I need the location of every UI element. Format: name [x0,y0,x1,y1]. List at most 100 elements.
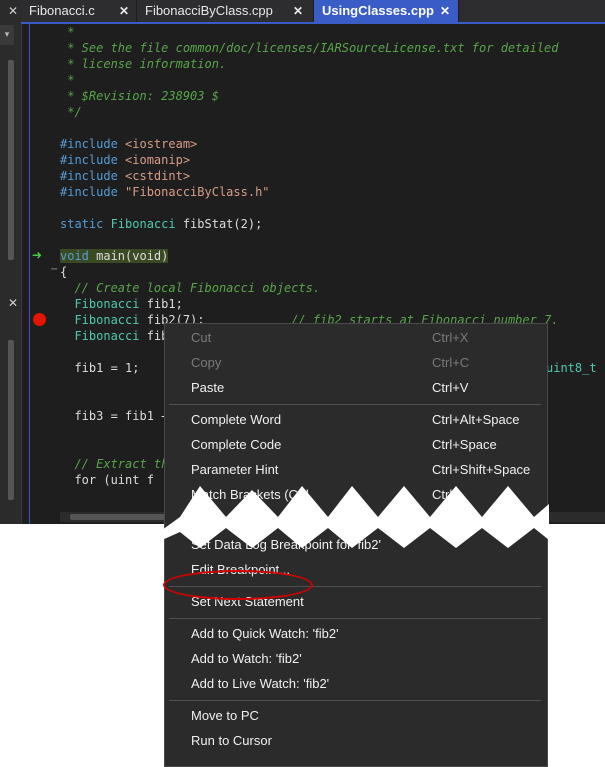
menu-item-set-data-breakpoint-for-fib[interactable]: Set Data Breakpoint for 'fib [165,508,547,532]
preprocessor-directive: #include [60,137,118,151]
code-line[interactable]: // Create local Fibonacci objects. [60,280,320,296]
current-statement-arrow-icon: ➜ [32,248,43,262]
panel-scrollbar-2[interactable] [8,340,14,500]
tab-fibonaccibyclass-cpp[interactable]: FibonacciByClass.cpp ✕ [137,0,314,22]
menu-item-add-to-quick-watch-fib2[interactable]: Add to Quick Watch: 'fib2' [165,622,547,646]
comment: // Create local Fibonacci objects. [60,281,321,295]
code-line[interactable]: Fibonacci fib1; [60,296,183,312]
menu-item-label: Set Data Breakpoint for 'fib [191,512,346,527]
preprocessor-directive: #include [60,169,118,183]
preprocessor-directive: #include [60,153,118,167]
menu-item-shortcut: Ctrl [432,487,453,502]
menu-separator [169,700,541,701]
preprocessor-directive: #include [60,185,118,199]
type-name: Fibonacci [60,313,140,327]
menu-item-cut: Cut Ctrl+X [165,326,547,350]
menu-item-set-data-log-breakpoint-for-fib2[interactable]: Set Data Log Breakpoint for 'fib2' [165,533,547,557]
chevron-down-icon[interactable]: ▾ [0,25,14,45]
editor-tab-bar: Fibonacci.c ✕ FibonacciByClass.cpp ✕ Usi… [21,0,605,24]
code-line[interactable]: // Extract th [60,456,168,472]
code-text: for (uint f [60,473,154,487]
keyword: void [60,249,89,263]
code-text-right: uint8_t [546,361,597,375]
include-target: <cstdint> [117,169,191,183]
code-line[interactable]: * [60,24,74,40]
code-text: fibStat(2); [175,217,263,231]
menu-separator [169,404,541,405]
code-line[interactable]: #include "FibonacciByClass.h" [60,184,270,200]
code-line[interactable]: * license information. [60,56,226,72]
menu-item-add-to-live-watch-fib2[interactable]: Add to Live Watch: 'fib2' [165,672,547,696]
menu-item-move-to-pc[interactable]: Move to PC [165,704,547,728]
close-icon[interactable]: ✕ [119,0,129,22]
menu-item-paste[interactable]: Paste Ctrl+V [165,376,547,400]
tab-usingclasses-cpp[interactable]: UsingClasses.cpp ✕ [314,0,459,22]
keyword: static [60,217,104,231]
tab-label: Fibonacci.c [29,3,95,18]
menu-item-shortcut: Ctrl+X [432,330,469,345]
panel-close-icon-2[interactable]: ✕ [8,296,18,310]
comment: * [60,73,75,87]
menu-item-complete-word[interactable]: Complete Word Ctrl+Alt+Space [165,408,547,432]
code-line[interactable]: void main(void) [60,248,169,264]
menu-item-complete-code[interactable]: Complete Code Ctrl+Space [165,433,547,457]
left-side-panel: ✕ ▾ ✕ [0,0,22,524]
menu-item-label: Copy [191,355,222,370]
menu-item-shortcut: Ctrl+Space [432,437,497,452]
menu-item-run-to-cursor[interactable]: Run to Cursor [165,729,547,753]
code-line[interactable]: * [60,72,74,88]
code-text: fib3 = fib1 + [60,409,169,423]
type-name: Fibonacci [60,329,140,343]
code-text: { [60,265,68,279]
code-line[interactable]: fib1 = 1; uint8_t [60,360,596,376]
code-line[interactable]: */ [60,104,82,120]
menu-item-match-brackets-ctrl[interactable]: Match Brackets (Ctrl Ctrl [165,483,547,507]
breakpoint-icon[interactable] [33,313,46,326]
comment: // Extract th [60,457,169,471]
menu-separator [169,618,541,619]
context-menu: Cut Ctrl+X Copy Ctrl+C Paste Ctrl+V Complete W… [164,323,548,767]
fold-marker-icon[interactable]: − [50,264,58,275]
menu-item-shortcut: Ctrl+Shift+Space [432,462,531,477]
code-line[interactable]: #include <iostream> [60,136,197,152]
code-line[interactable]: static Fibonacci fibStat(2); [60,216,262,232]
panel-scrollbar[interactable] [8,60,14,260]
menu-item-shortcut: Ctrl+Alt+Space [432,412,520,427]
comment: */ [60,105,82,119]
tab-label: FibonacciByClass.cpp [145,3,273,18]
code-line[interactable]: Fibonacci fib3 [60,328,175,344]
menu-item-label: Set Data Log Breakpoint for 'fib2' [191,537,381,552]
menu-item-add-to-watch-fib2[interactable]: Add to Watch: 'fib2' [165,647,547,671]
menu-item-label: Match Brackets (Ctrl [191,487,309,502]
code-line[interactable]: fib3 = fib1 + [60,408,168,424]
current-line-highlight: void main(void) [60,249,169,263]
editor-gutter[interactable]: ➜ − [30,24,60,524]
close-icon[interactable]: ✕ [293,0,303,22]
code-line[interactable]: * $Revision: 238903 $ [60,88,219,104]
menu-item-shortcut: Ctrl+V [432,380,469,395]
highlight-ellipse [163,570,313,600]
menu-item-parameter-hint[interactable]: Parameter Hint Ctrl+Shift+Space [165,458,547,482]
include-target: <iomanip> [117,153,191,167]
menu-item-label: Run to Cursor [191,733,272,748]
menu-item-label: Complete Code [191,437,282,452]
close-icon[interactable]: ✕ [440,0,450,22]
menu-item-label: Add to Live Watch: 'fib2' [191,676,330,691]
panel-close-icon[interactable]: ✕ [8,4,18,18]
code-line[interactable]: #include <cstdint> [60,168,190,184]
menu-item-label: Move to PC [191,708,259,723]
menu-item-label: Cut [191,330,212,345]
menu-item-label: Parameter Hint [191,462,279,477]
menu-item-copy: Copy Ctrl+C [165,351,547,375]
tab-fibonacci-c[interactable]: Fibonacci.c ✕ [21,0,137,22]
code-line[interactable]: #include <iomanip> [60,152,190,168]
include-target: <iostream> [117,137,198,151]
menu-item-shortcut: Ctrl+C [432,355,470,370]
code-text: main(void) [88,249,169,263]
code-line[interactable]: * See the file common/doc/licenses/IARSo… [60,40,558,56]
type-name: Fibonacci [103,217,176,231]
code-text: fib1; [139,297,183,311]
menu-item-label: Add to Watch: 'fib2' [191,651,302,666]
code-line[interactable]: { [60,264,67,280]
code-line[interactable]: for (uint f [60,472,154,488]
